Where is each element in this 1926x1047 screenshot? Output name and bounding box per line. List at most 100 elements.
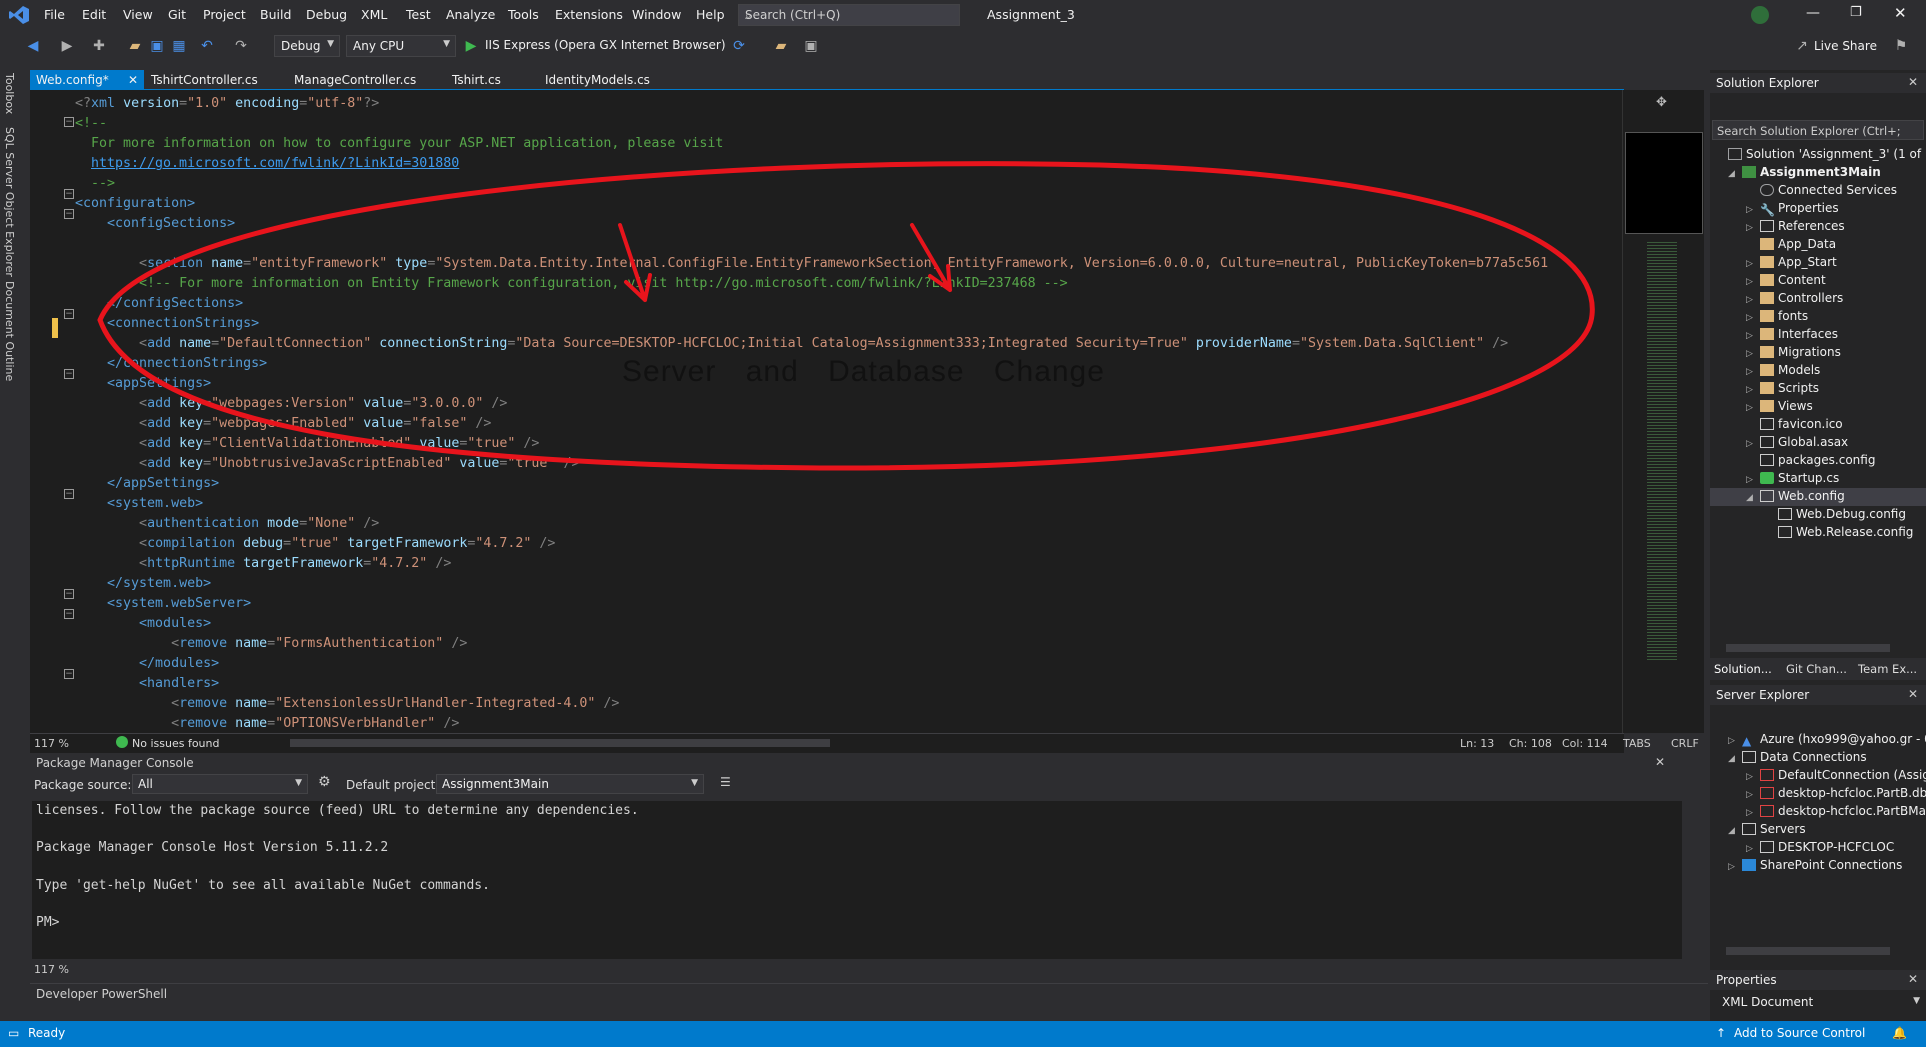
properties-object-selector[interactable]: XML Document ▼	[1710, 992, 1926, 1012]
configuration-dropdown[interactable]: Debug ▼	[274, 35, 340, 57]
close-icon[interactable]: ✕	[1908, 75, 1918, 89]
chevron-right-icon[interactable]: ▷	[1746, 313, 1760, 323]
notification-bell-icon[interactable]: 🔔	[1892, 1026, 1907, 1040]
chevron-right-icon[interactable]: ▷	[1746, 385, 1760, 395]
chevron-right-icon[interactable]: ▷	[1746, 277, 1760, 287]
platform-dropdown[interactable]: Any CPU ▼	[346, 35, 456, 57]
tab-managecontroller[interactable]: ManageController.cs	[288, 70, 422, 90]
line-endings[interactable]: CRLF	[1671, 737, 1699, 750]
tree-item[interactable]: ▷ Controllers	[1746, 291, 1843, 305]
tree-item[interactable]: ▷ Scripts	[1746, 381, 1819, 395]
chevron-right-icon[interactable]: ▷	[1746, 331, 1760, 341]
server-tree-item[interactable]: ◢ Data Connections	[1728, 750, 1867, 764]
new-project-icon[interactable]: ✚	[90, 37, 108, 55]
add-to-source-control-button[interactable]: Add to Source Control	[1734, 1026, 1865, 1040]
close-icon[interactable]: ✕	[1894, 4, 1907, 22]
tree-item[interactable]: ▷ Global.asax	[1746, 435, 1848, 449]
tree-item[interactable]: ▷ References	[1746, 219, 1845, 233]
issues-status[interactable]: No issues found	[132, 737, 219, 750]
maximize-icon[interactable]: ❐	[1850, 5, 1862, 20]
expand-icon[interactable]: ◢	[1728, 754, 1742, 764]
tree-item[interactable]: ▷ Content	[1746, 273, 1826, 287]
chevron-right-icon[interactable]: ▷	[1746, 403, 1760, 413]
console-output[interactable]: licenses. Follow the package source (fee…	[32, 801, 1682, 959]
chevron-right-icon[interactable]: ▷	[1746, 259, 1760, 269]
code-link[interactable]: https://go.microsoft.com/fwlink/?LinkId=…	[91, 154, 459, 174]
solution-search-input[interactable]: Search Solution Explorer (Ctrl+;	[1712, 120, 1924, 140]
clear-console-icon[interactable]: ☰	[720, 775, 731, 789]
default-project-dropdown[interactable]: Assignment3Main ▼	[436, 774, 704, 794]
feedback-icon[interactable]: ⚑	[1892, 37, 1910, 55]
horizontal-scrollbar[interactable]	[1726, 644, 1890, 652]
tree-item[interactable]: ▷ Views	[1746, 399, 1813, 413]
menu-xml[interactable]: XML	[361, 7, 387, 22]
save-icon[interactable]: ▣	[148, 37, 166, 55]
tree-item[interactable]: ▷ Interfaces	[1746, 327, 1838, 341]
server-tree-item[interactable]: ▷ SharePoint Connections	[1728, 858, 1902, 872]
menu-project[interactable]: Project	[203, 7, 246, 22]
chevron-right-icon[interactable]: ▷	[1746, 367, 1760, 377]
folder-icon[interactable]: ▰	[772, 37, 790, 55]
server-tree-item[interactable]: ▷ DESKTOP-HCFCLOC	[1746, 840, 1894, 854]
avatar[interactable]	[1751, 6, 1769, 24]
tree-item[interactable]: ◢ Web.config	[1746, 489, 1845, 503]
expand-icon[interactable]: ◢	[1728, 169, 1742, 179]
menu-window[interactable]: Window	[632, 7, 681, 22]
tree-item[interactable]: Connected Services	[1746, 183, 1897, 197]
chevron-right-icon[interactable]: ▷	[1746, 475, 1760, 485]
menu-debug[interactable]: Debug	[306, 7, 347, 22]
tab-git-changes[interactable]: Git Chan...	[1786, 662, 1847, 676]
fold-toggle-icon[interactable]: −	[64, 589, 74, 599]
forward-icon[interactable]: ▶	[58, 37, 76, 55]
fold-toggle-icon[interactable]: −	[64, 117, 74, 127]
tree-item[interactable]: Web.Debug.config	[1764, 507, 1906, 521]
screenshot-icon[interactable]: ▣	[802, 37, 820, 55]
tab-identitymodels[interactable]: IdentityModels.cs	[539, 70, 656, 90]
fold-toggle-icon[interactable]: −	[64, 609, 74, 619]
chevron-right-icon[interactable]: ▷	[1746, 349, 1760, 359]
fold-toggle-icon[interactable]: −	[64, 189, 74, 199]
fold-toggle-icon[interactable]: −	[64, 209, 74, 219]
tree-item[interactable]: ▷ Models	[1746, 363, 1820, 377]
tree-solution[interactable]: Solution 'Assignment_3' (1 of 1 p	[1728, 147, 1926, 161]
chevron-right-icon[interactable]: ▷	[1728, 736, 1742, 746]
split-icon[interactable]: ✥	[1656, 95, 1667, 110]
menu-view[interactable]: View	[123, 7, 153, 22]
server-tree-item[interactable]: ◢ Servers	[1728, 822, 1806, 836]
chevron-right-icon[interactable]: ▷	[1746, 808, 1760, 818]
menu-test[interactable]: Test	[406, 7, 431, 22]
chevron-right-icon[interactable]: ▷	[1746, 772, 1760, 782]
tree-item[interactable]: ▷ Migrations	[1746, 345, 1841, 359]
chevron-right-icon[interactable]: ▷	[1746, 295, 1760, 305]
fold-toggle-icon[interactable]: −	[64, 669, 74, 679]
tree-item[interactable]: Web.Release.config	[1764, 525, 1913, 539]
minimap[interactable]	[1622, 90, 1704, 733]
server-tree-item[interactable]: ▷ ▲ Azure (hxo999@yahoo.gr - 0	[1728, 732, 1926, 748]
live-share-button[interactable]: Live Share	[1814, 39, 1877, 53]
menu-analyze[interactable]: Analyze	[446, 7, 495, 22]
menu-help[interactable]: Help	[696, 7, 725, 22]
settings-gear-icon[interactable]: ⚙	[318, 774, 331, 790]
tree-item[interactable]: ▷ Startup.cs	[1746, 471, 1839, 485]
console-zoom[interactable]: 117 %	[34, 963, 69, 976]
menu-file[interactable]: File	[44, 7, 65, 22]
sql-server-object-explorer-tab[interactable]: SQL Server Object Explorer	[3, 127, 16, 277]
tree-item[interactable]: packages.config	[1746, 453, 1875, 467]
document-outline-tab[interactable]: Document Outline	[3, 281, 16, 381]
close-icon[interactable]: ✕	[1908, 687, 1918, 701]
close-icon[interactable]: ✕	[1908, 972, 1918, 986]
tree-item[interactable]: ▷ App_Start	[1746, 255, 1837, 269]
expand-icon[interactable]: ◢	[1746, 493, 1760, 503]
chevron-right-icon[interactable]: ▷	[1746, 205, 1760, 215]
expand-icon[interactable]: ◢	[1728, 826, 1742, 836]
server-tree-item[interactable]: ▷ desktop-hcfcloc.PartBMa	[1746, 804, 1926, 818]
menu-tools[interactable]: Tools	[508, 7, 539, 22]
indent-mode[interactable]: TABS	[1623, 737, 1651, 750]
save-all-icon[interactable]: ▦	[170, 37, 188, 55]
menu-build[interactable]: Build	[260, 7, 291, 22]
refresh-icon[interactable]: ⟳	[730, 37, 748, 55]
horizontal-scrollbar[interactable]	[290, 739, 830, 747]
menu-extensions[interactable]: Extensions	[555, 7, 623, 22]
fold-toggle-icon[interactable]: −	[64, 309, 74, 319]
minimize-icon[interactable]: —	[1806, 5, 1820, 21]
